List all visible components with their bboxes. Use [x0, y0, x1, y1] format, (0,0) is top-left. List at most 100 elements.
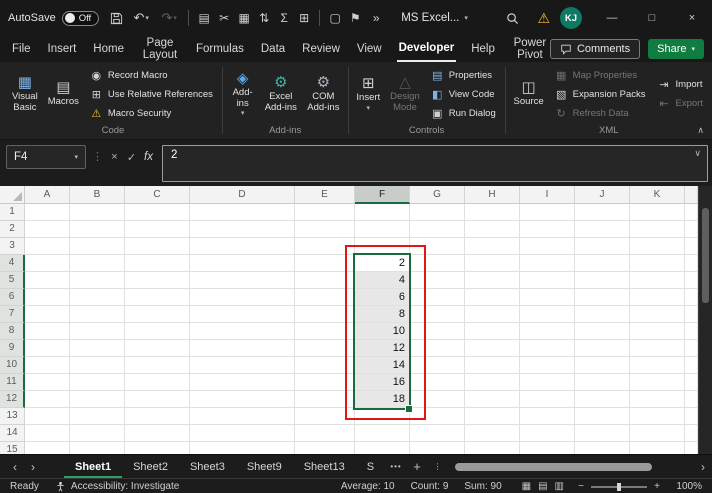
menu-tab-developer[interactable]: Developer: [397, 36, 457, 62]
user-avatar[interactable]: KJ: [560, 7, 582, 29]
cell-j7[interactable]: [575, 306, 630, 323]
cell-k1[interactable]: [630, 204, 685, 221]
cell-d5[interactable]: [190, 272, 295, 289]
name-box[interactable]: F4 ▾: [6, 145, 86, 169]
status-average[interactable]: Average: 10: [341, 481, 395, 492]
cell-e12[interactable]: [295, 391, 355, 408]
column-header-h[interactable]: H: [465, 186, 520, 204]
sheet-tab-sheet2[interactable]: Sheet2: [122, 455, 179, 478]
row-header-4[interactable]: 4: [0, 255, 25, 272]
row-header-10[interactable]: 10: [0, 357, 25, 374]
cell-k11[interactable]: [630, 374, 685, 391]
row-header-8[interactable]: 8: [0, 323, 25, 340]
row-header-15[interactable]: 15: [0, 442, 25, 454]
cell-e13[interactable]: [295, 408, 355, 425]
macro-security-button[interactable]: ⚠Macro Security: [88, 105, 215, 122]
column-header-c[interactable]: C: [125, 186, 190, 204]
cell-k12[interactable]: [630, 391, 685, 408]
cell-h5[interactable]: [465, 272, 520, 289]
cell-i3[interactable]: [520, 238, 575, 255]
cell-j5[interactable]: [575, 272, 630, 289]
cell-i9[interactable]: [520, 340, 575, 357]
cell-g10[interactable]: [410, 357, 465, 374]
cell-a8[interactable]: [25, 323, 70, 340]
fill-handle[interactable]: [405, 405, 413, 413]
row-header-12[interactable]: 12: [0, 391, 25, 408]
cell-c15[interactable]: [125, 442, 190, 454]
menu-tab-help[interactable]: Help: [469, 36, 497, 62]
cell-j10[interactable]: [575, 357, 630, 374]
import-button[interactable]: ⇥Import: [656, 76, 705, 93]
redo-button[interactable]: ↷▾: [155, 3, 183, 33]
column-header-e[interactable]: E: [295, 186, 355, 204]
cell-d6[interactable]: [190, 289, 295, 306]
cell-f14[interactable]: [355, 425, 410, 442]
cell-d10[interactable]: [190, 357, 295, 374]
warning-icon[interactable]: ⚠: [537, 10, 550, 27]
cell-e5[interactable]: [295, 272, 355, 289]
cell-f13[interactable]: [355, 408, 410, 425]
cell-b8[interactable]: [70, 323, 125, 340]
cell-k14[interactable]: [630, 425, 685, 442]
cell-j15[interactable]: [575, 442, 630, 454]
cell-c12[interactable]: [125, 391, 190, 408]
cell-j13[interactable]: [575, 408, 630, 425]
cell-f2[interactable]: [355, 221, 410, 238]
cut-icon[interactable]: ✂: [214, 3, 234, 33]
cell-h15[interactable]: [465, 442, 520, 454]
cell-k5[interactable]: [630, 272, 685, 289]
cell-b14[interactable]: [70, 425, 125, 442]
cell-i4[interactable]: [520, 255, 575, 272]
cell-i15[interactable]: [520, 442, 575, 454]
cell-g5[interactable]: [410, 272, 465, 289]
cell-d11[interactable]: [190, 374, 295, 391]
cell-c11[interactable]: [125, 374, 190, 391]
cell-j12[interactable]: [575, 391, 630, 408]
cell-e6[interactable]: [295, 289, 355, 306]
cell-i14[interactable]: [520, 425, 575, 442]
menu-tab-page-layout[interactable]: Page Layout: [139, 36, 181, 62]
zoom-level[interactable]: 100%: [670, 481, 702, 492]
cell-c8[interactable]: [125, 323, 190, 340]
cell-f6[interactable]: 6: [355, 289, 410, 306]
cell-h3[interactable]: [465, 238, 520, 255]
cell-j1[interactable]: [575, 204, 630, 221]
cell-d13[interactable]: [190, 408, 295, 425]
excel-add-ins-button[interactable]: ⚙Excel Add-ins: [261, 73, 302, 115]
sheet-tab-sheet3[interactable]: Sheet3: [179, 455, 236, 478]
flag-icon[interactable]: ⚑: [345, 3, 365, 33]
cell-d2[interactable]: [190, 221, 295, 238]
cell-b3[interactable]: [70, 238, 125, 255]
cell-b10[interactable]: [70, 357, 125, 374]
cell-f8[interactable]: 10: [355, 323, 410, 340]
cell-c3[interactable]: [125, 238, 190, 255]
cell-j4[interactable]: [575, 255, 630, 272]
visual-basic-button[interactable]: ▦Visual Basic: [8, 73, 42, 115]
zoom-in-button[interactable]: +: [652, 481, 662, 492]
menu-tab-power-pivot[interactable]: Power Pivot: [510, 36, 550, 62]
cell-a10[interactable]: [25, 357, 70, 374]
sheet-nav-left-button[interactable]: ‹: [6, 455, 24, 478]
sheet-tab-sheet13[interactable]: Sheet13: [293, 455, 356, 478]
cell-e14[interactable]: [295, 425, 355, 442]
cell-e2[interactable]: [295, 221, 355, 238]
row-header-11[interactable]: 11: [0, 374, 25, 391]
cell-b13[interactable]: [70, 408, 125, 425]
cell-e3[interactable]: [295, 238, 355, 255]
cell-j11[interactable]: [575, 374, 630, 391]
cell-h11[interactable]: [465, 374, 520, 391]
cell-g12[interactable]: [410, 391, 465, 408]
cell-k6[interactable]: [630, 289, 685, 306]
cell-a6[interactable]: [25, 289, 70, 306]
cell-d7[interactable]: [190, 306, 295, 323]
cell-a15[interactable]: [25, 442, 70, 454]
column-header-d[interactable]: D: [190, 186, 295, 204]
menu-tab-file[interactable]: File: [10, 36, 33, 62]
cell-e8[interactable]: [295, 323, 355, 340]
cell-e4[interactable]: [295, 255, 355, 272]
cell-d9[interactable]: [190, 340, 295, 357]
status-count[interactable]: Count: 9: [411, 481, 449, 492]
borders-icon[interactable]: ⊞: [294, 3, 314, 33]
cell-f15[interactable]: [355, 442, 410, 454]
insert-button[interactable]: ⊞Insert▾: [352, 74, 384, 114]
